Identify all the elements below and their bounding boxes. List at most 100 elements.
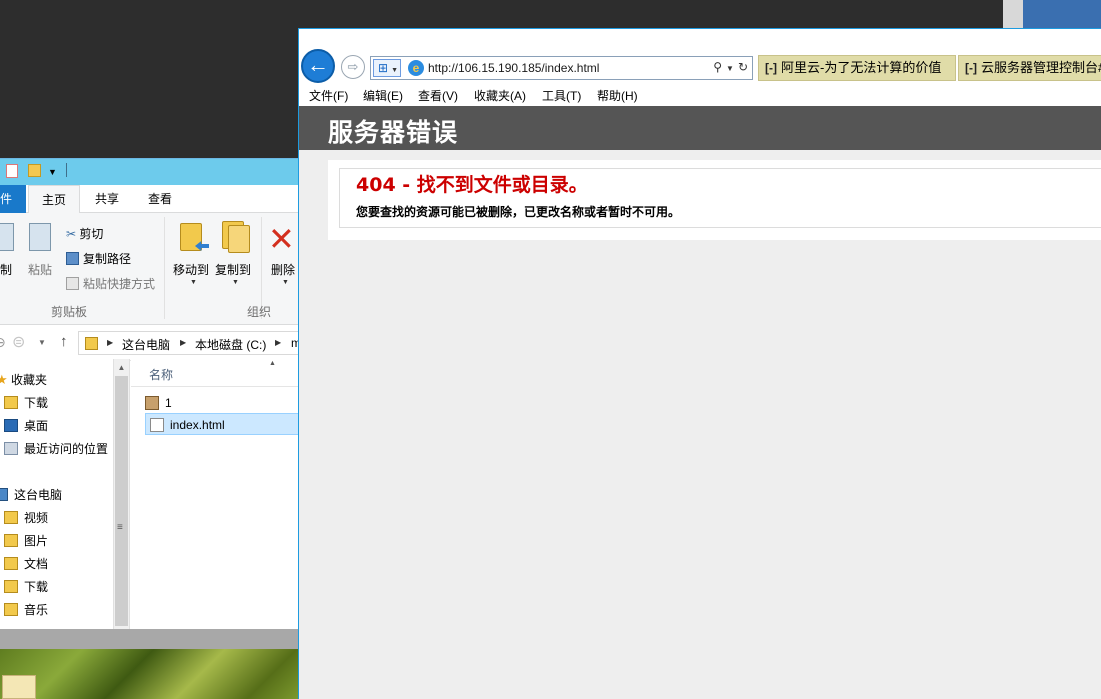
up-icon[interactable]: ↑ [60, 333, 68, 350]
delete-dropdown-icon[interactable]: ▼ [282, 279, 289, 286]
tab-home[interactable]: 主页 [28, 185, 80, 213]
nav-item-music[interactable]: 音乐 [4, 600, 48, 620]
group-separator [164, 217, 165, 319]
ribbon-home: 制 粘贴 ✂ 剪切 复制路径 粘贴快捷方式 剪贴板 移动到 ▼ 复制到 ▼ ✕ … [0, 213, 300, 325]
ie-toolbar: ← ⇨ ⊞ ▼ e http://106.15.190.185/index.htm… [299, 29, 1101, 85]
error-header: 服务器错误 [299, 106, 1101, 150]
nav-item-label: 视频 [24, 511, 49, 525]
forward-icon[interactable]: ⊜ [12, 332, 25, 352]
desktop-icon [4, 419, 18, 432]
star-icon: ★ [0, 372, 8, 387]
paste-shortcut-button[interactable]: 粘贴快捷方式 [66, 275, 155, 292]
paste-shortcut-label: 粘贴快捷方式 [83, 277, 156, 291]
aliyun-logo-icon: [-] [765, 61, 777, 75]
file-row-selected[interactable]: index.html [145, 413, 300, 435]
copy-button[interactable]: 制 [0, 261, 12, 278]
navigation-scrollbar[interactable]: ▲ ≡ [113, 359, 130, 629]
nav-item-label: 文档 [24, 557, 49, 571]
delete-icon[interactable]: ✕ [268, 223, 295, 255]
menu-file[interactable]: 文件(F) [309, 87, 348, 104]
recent-dropdown-icon[interactable]: ▼ [38, 338, 46, 347]
error-fieldset: 404 - 找不到文件或目录。 您要查找的资源可能已被删除，已更改名称或者暂时不… [339, 168, 1101, 228]
nav-item-this-pc[interactable]: 这台电脑 [0, 485, 62, 505]
ie-menubar: 文件(F) 编辑(E) 查看(V) 收藏夹(A) 工具(T) 帮助(H) [299, 85, 1101, 106]
recent-places-icon [4, 442, 18, 455]
menu-edit[interactable]: 编辑(E) [363, 87, 403, 104]
clipboard-group-label: 剪贴板 [51, 305, 88, 319]
copy-to-dropdown-icon[interactable]: ▼ [232, 279, 239, 286]
nav-item-recent-places[interactable]: 最近访问的位置 [4, 439, 108, 459]
nav-item-desktop[interactable]: 桌面 [4, 416, 48, 436]
music-folder-icon [4, 603, 18, 616]
videos-folder-icon [4, 511, 18, 524]
ie-address-bar[interactable]: ⊞ ▼ e http://106.15.190.185/index.html ⚲ ▼… [370, 56, 753, 80]
search-dropdown-icon[interactable]: ▼ [726, 64, 734, 73]
new-folder-icon[interactable] [28, 164, 41, 177]
menu-help[interactable]: 帮助(H) [597, 87, 638, 104]
copy-icon[interactable] [0, 223, 14, 251]
forward-button[interactable]: ⇨ [341, 55, 365, 79]
menu-favorites[interactable]: 收藏夹(A) [474, 87, 526, 104]
back-button[interactable]: ← [301, 49, 335, 83]
html-file-icon [150, 418, 164, 432]
copy-path-label: 复制路径 [83, 252, 132, 266]
file-name: 1 [165, 396, 172, 410]
browser-tab-aliyun[interactable]: [-] 阿里云-为了无法计算的价值 [758, 55, 956, 81]
copy-path-button[interactable]: 复制路径 [66, 250, 131, 267]
back-icon[interactable]: ⊖ [0, 334, 6, 351]
menu-tools[interactable]: 工具(T) [542, 87, 581, 104]
refresh-icon[interactable]: ↻ [738, 60, 748, 74]
move-to-button[interactable]: 移动到 [173, 261, 209, 278]
tab-share[interactable]: 共享 [86, 185, 128, 213]
file-name: index.html [170, 418, 225, 432]
delete-button[interactable]: 删除 [271, 261, 295, 278]
navigation-pane: ★ 收藏夹 下载 桌面 最近访问的位置 这台电脑 视频 图片 文档 下载 音乐 [0, 359, 113, 629]
nav-item-label: 图片 [24, 534, 49, 548]
nav-item-pictures[interactable]: 图片 [4, 531, 48, 551]
tab-title: 云服务器管理控制台#/ [981, 60, 1101, 75]
cut-button[interactable]: ✂ 剪切 [66, 225, 103, 242]
nav-item-documents[interactable]: 文档 [4, 554, 48, 574]
pictures-folder-icon [4, 534, 18, 547]
column-header-name[interactable]: 名称 ▲ [131, 359, 300, 387]
error-content-box: 404 - 找不到文件或目录。 您要查找的资源可能已被删除，已更改名称或者暂时不… [328, 160, 1101, 240]
file-row[interactable]: 1 [145, 392, 300, 414]
downloads-folder-icon [4, 396, 18, 409]
explorer-address-bar[interactable]: ▶ 这台电脑 ▶ 本地磁盘 (C:) ▶ m [78, 331, 301, 355]
menu-view[interactable]: 查看(V) [418, 87, 458, 104]
chevron-right-icon[interactable]: ▶ [275, 338, 281, 347]
scroll-up-arrow-icon[interactable]: ▲ [114, 359, 129, 376]
url-text[interactable]: http://106.15.190.185/index.html [428, 61, 599, 75]
scrollbar-grip-icon: ≡ [117, 522, 123, 533]
nav-item-videos[interactable]: 视频 [4, 508, 48, 528]
paste-button[interactable]: 粘贴 [28, 261, 52, 278]
desktop-file-icon[interactable] [2, 675, 36, 699]
image-file-icon [145, 396, 159, 410]
file-explorer-window: ▼ 件 主页 共享 查看 制 粘贴 ✂ 剪切 复制路径 粘贴快捷方式 剪贴板 移… [0, 158, 301, 649]
nav-item-label: 这台电脑 [14, 488, 63, 502]
tab-file[interactable]: 件 [0, 185, 26, 213]
nav-item-favorites[interactable]: ★ 收藏夹 [0, 370, 47, 390]
quick-access-dropdown-icon[interactable]: ▼ [48, 167, 57, 177]
paste-icon[interactable] [29, 223, 51, 251]
browser-tab-console[interactable]: [-] 云服务器管理控制台#/ [958, 55, 1101, 81]
tab-title: 阿里云-为了无法计算的价值 [781, 60, 942, 75]
copy-to-button[interactable]: 复制到 [215, 261, 251, 278]
chevron-right-icon[interactable]: ▶ [107, 338, 113, 347]
tab-view[interactable]: 查看 [140, 185, 180, 213]
organize-group-label: 组织 [247, 305, 272, 319]
internet-explorer-window: ← ⇨ ⊞ ▼ e http://106.15.190.185/index.htm… [298, 28, 1101, 699]
nav-item-downloads[interactable]: 下载 [4, 393, 48, 413]
scrollbar-thumb[interactable] [115, 376, 128, 626]
error-message: 您要查找的资源可能已被删除，已更改名称或者暂时不可用。 [356, 205, 681, 219]
breadcrumb-this-pc[interactable]: 这台电脑 [122, 336, 170, 353]
properties-icon[interactable] [6, 164, 18, 178]
page-title: 服务器错误 [328, 118, 459, 147]
shield-icon[interactable]: ⊞ ▼ [373, 59, 401, 77]
breadcrumb-local-disk[interactable]: 本地磁盘 (C:) [195, 336, 266, 353]
titlebar-separator [66, 163, 67, 177]
search-icon[interactable]: ⚲ [713, 60, 722, 74]
nav-item-downloads-pc[interactable]: 下载 [4, 577, 48, 597]
chevron-right-icon[interactable]: ▶ [180, 338, 186, 347]
move-to-dropdown-icon[interactable]: ▼ [190, 279, 197, 286]
